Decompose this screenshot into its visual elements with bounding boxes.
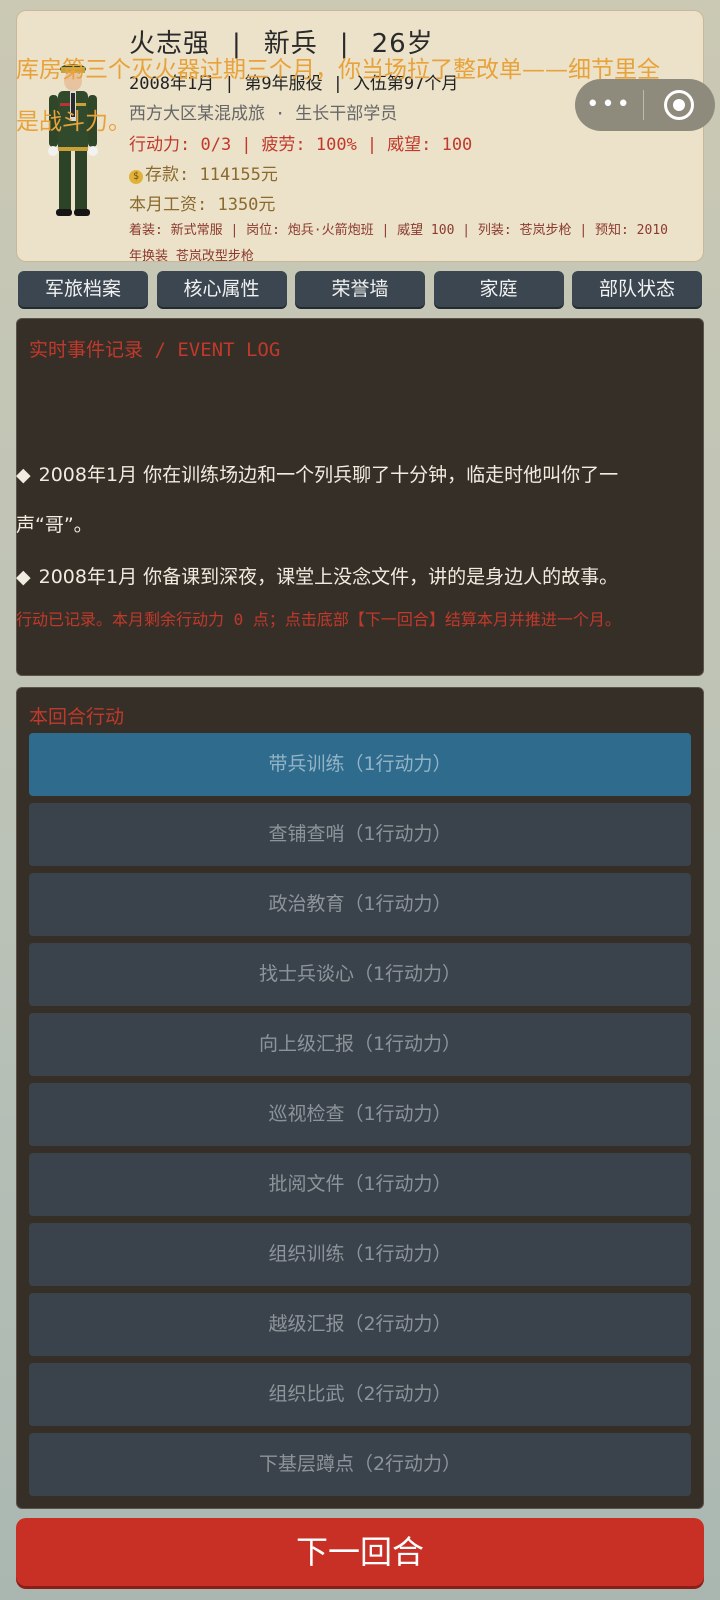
tab-unit-status[interactable]: 部队状态: [572, 271, 702, 307]
action-button-inspection[interactable]: 巡视检查（1行动力）: [29, 1083, 691, 1146]
action-button-talk-with-soldier[interactable]: 找士兵谈心（1行动力）: [29, 943, 691, 1006]
action-list: 带兵训练（1行动力） 查铺查哨（1行动力） 政治教育（1行动力） 找士兵谈心（1…: [29, 733, 691, 1503]
nav-tabs: 军旅档案 核心属性 荣誉墙 家庭 部队状态: [18, 271, 702, 307]
action-button-political-education[interactable]: 政治教育（1行动力）: [29, 873, 691, 936]
diamond-bullet-icon: ◆: [16, 464, 31, 486]
action-button-organize-competition[interactable]: 组织比武（2行动力）: [29, 1363, 691, 1426]
log-entry: ◆ 2008年1月 你在训练场边和一个列兵聊了十分钟，临走时他叫你了一声“哥”。: [16, 450, 676, 550]
actions-title: 本回合行动: [29, 706, 125, 728]
action-button-organize-training[interactable]: 组织训练（1行动力）: [29, 1223, 691, 1286]
action-button-skip-level-report[interactable]: 越级汇报（2行动力）: [29, 1293, 691, 1356]
log-entry: ◆ 2008年1月 你备课到深夜，课堂上没念文件，讲的是身边人的故事。: [16, 552, 676, 602]
actions-panel: 本回合行动 带兵训练（1行动力） 查铺查哨（1行动力） 政治教育（1行动力） 找…: [16, 687, 704, 1509]
action-button-review-documents[interactable]: 批阅文件（1行动力）: [29, 1153, 691, 1216]
savings: 存款: 114155元: [145, 165, 278, 185]
action-button-lead-training[interactable]: 带兵训练（1行动力）: [29, 733, 691, 796]
event-headline: 库房第三个灭火器过期三个月，你当场拉了整改单——细节里全是战斗力。: [16, 57, 660, 135]
equipment-details: 着装: 新式常服 | 岗位: 炮兵·火箭炮班 | 威望 100 | 列装: 苍岚…: [129, 223, 668, 264]
tab-honor-wall[interactable]: 荣誉墙: [295, 271, 425, 307]
action-button-bed-check[interactable]: 查铺查哨（1行动力）: [29, 803, 691, 866]
log-entry-text: 2008年1月 你在训练场边和一个列兵聊了十分钟，临走时他叫你了一声“哥”。: [16, 464, 619, 536]
tab-family[interactable]: 家庭: [433, 271, 564, 307]
savings-line: $ 存款: 114155元: [129, 160, 278, 185]
money-bag-icon: $: [129, 170, 143, 184]
action-button-report-superior[interactable]: 向上级汇报（1行动力）: [29, 1013, 691, 1076]
salary: 本月工资: 1350元: [129, 195, 276, 215]
next-turn-button[interactable]: 下一回合: [16, 1518, 704, 1586]
diamond-bullet-icon: ◆: [16, 566, 31, 588]
log-entry-text: 2008年1月 你备课到深夜，课堂上没念文件，讲的是身边人的故事。: [38, 566, 619, 588]
event-log-title: 实时事件记录 / EVENT LOG: [29, 339, 281, 361]
action-note: 行动已记录。本月剩余行动力 0 点；点击底部【下一回合】结算本月并推进一个月。: [16, 610, 621, 629]
action-button-grassroots-stay[interactable]: 下基层蹲点（2行动力）: [29, 1433, 691, 1496]
tab-core-attributes[interactable]: 核心属性: [156, 271, 287, 307]
tab-military-record[interactable]: 军旅档案: [18, 271, 148, 307]
